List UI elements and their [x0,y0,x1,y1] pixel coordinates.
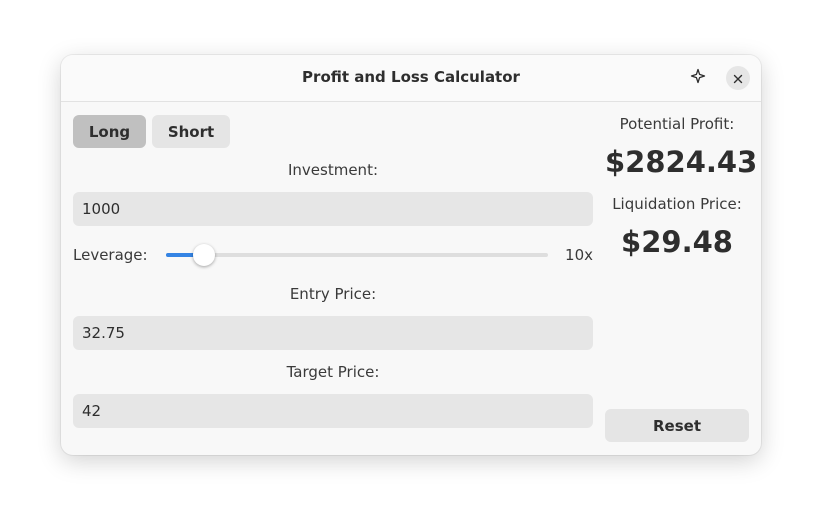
investment-input[interactable]: 1000 [73,192,593,226]
calculator-window: Profit and Loss Calculator Long Short In… [61,55,761,455]
pin-button[interactable] [687,67,709,89]
profit-value: $2824.43 [605,145,758,179]
reset-button[interactable]: Reset [605,409,749,442]
long-toggle-button[interactable]: Long [73,115,146,148]
close-icon [733,69,743,88]
leverage-value: 10x [565,246,593,264]
profit-label: Potential Profit: [619,115,735,133]
pin-icon [690,68,706,88]
leverage-label: Leverage: [73,246,148,264]
close-button[interactable] [726,66,750,90]
target-price-input[interactable]: 42 [73,394,593,428]
title-bar: Profit and Loss Calculator [61,55,761,102]
liquidation-value: $29.48 [621,225,733,259]
entry-price-label: Entry Price: [289,285,377,303]
entry-price-input[interactable]: 32.75 [73,316,593,350]
leverage-slider-thumb[interactable] [193,244,216,266]
target-price-label: Target Price: [286,363,380,381]
leverage-slider-track[interactable] [166,253,548,257]
liquidation-label: Liquidation Price: [612,195,742,213]
investment-label: Investment: [287,161,378,179]
window-title: Profit and Loss Calculator [302,68,520,86]
short-toggle-button[interactable]: Short [152,115,230,148]
